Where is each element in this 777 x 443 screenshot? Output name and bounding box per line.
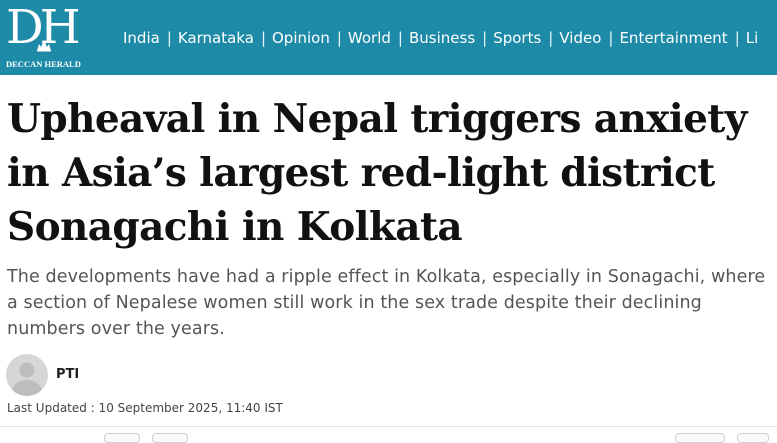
- nav-item-india[interactable]: India: [123, 29, 160, 47]
- site-logo[interactable]: DH DECCAN HERALD: [6, 2, 81, 72]
- article-summary: The developments have had a ripple effec…: [7, 267, 766, 339]
- nav-separator: |: [260, 29, 266, 47]
- nav-item-sports[interactable]: Sports: [493, 29, 541, 47]
- nav-separator: |: [608, 29, 614, 47]
- nav-separator: |: [482, 29, 488, 47]
- share-button[interactable]: [675, 433, 725, 443]
- nav-separator: |: [397, 29, 403, 47]
- emblem-icon: [37, 40, 51, 52]
- nav-separator: |: [166, 29, 172, 47]
- article-headline: Upheaval in Nepal triggers anxiety in As…: [7, 96, 747, 250]
- logo-wordmark: DECCAN HERALD: [6, 59, 81, 69]
- nav-item-opinion[interactable]: Opinion: [272, 29, 330, 47]
- nav-item-business[interactable]: Business: [409, 29, 475, 47]
- share-button[interactable]: [152, 433, 188, 443]
- nav-separator: |: [336, 29, 342, 47]
- nav-separator: |: [548, 29, 554, 47]
- author-name[interactable]: PTI: [56, 367, 79, 382]
- nav-item-lifestyle[interactable]: Li: [746, 29, 759, 47]
- user-avatar-icon[interactable]: [6, 354, 48, 396]
- nav-separator: |: [734, 29, 740, 47]
- last-updated: Last Updated : 10 September 2025, 11:40 …: [7, 401, 283, 415]
- main-nav: India | Karnataka | Opinion | World | Business | S…: [123, 27, 758, 49]
- nav-item-karnataka[interactable]: Karnataka: [178, 29, 254, 47]
- share-button[interactable]: [737, 433, 769, 443]
- nav-item-world[interactable]: World: [348, 29, 391, 47]
- nav-item-video[interactable]: Video: [559, 29, 601, 47]
- nav-item-entertainment[interactable]: Entertainment: [619, 29, 727, 47]
- divider: [0, 426, 777, 427]
- share-button[interactable]: [104, 433, 140, 443]
- site-header: DH DECCAN HERALD India | Karnataka | Opinion…: [0, 0, 777, 75]
- avatar-silhouette-icon: [11, 362, 43, 396]
